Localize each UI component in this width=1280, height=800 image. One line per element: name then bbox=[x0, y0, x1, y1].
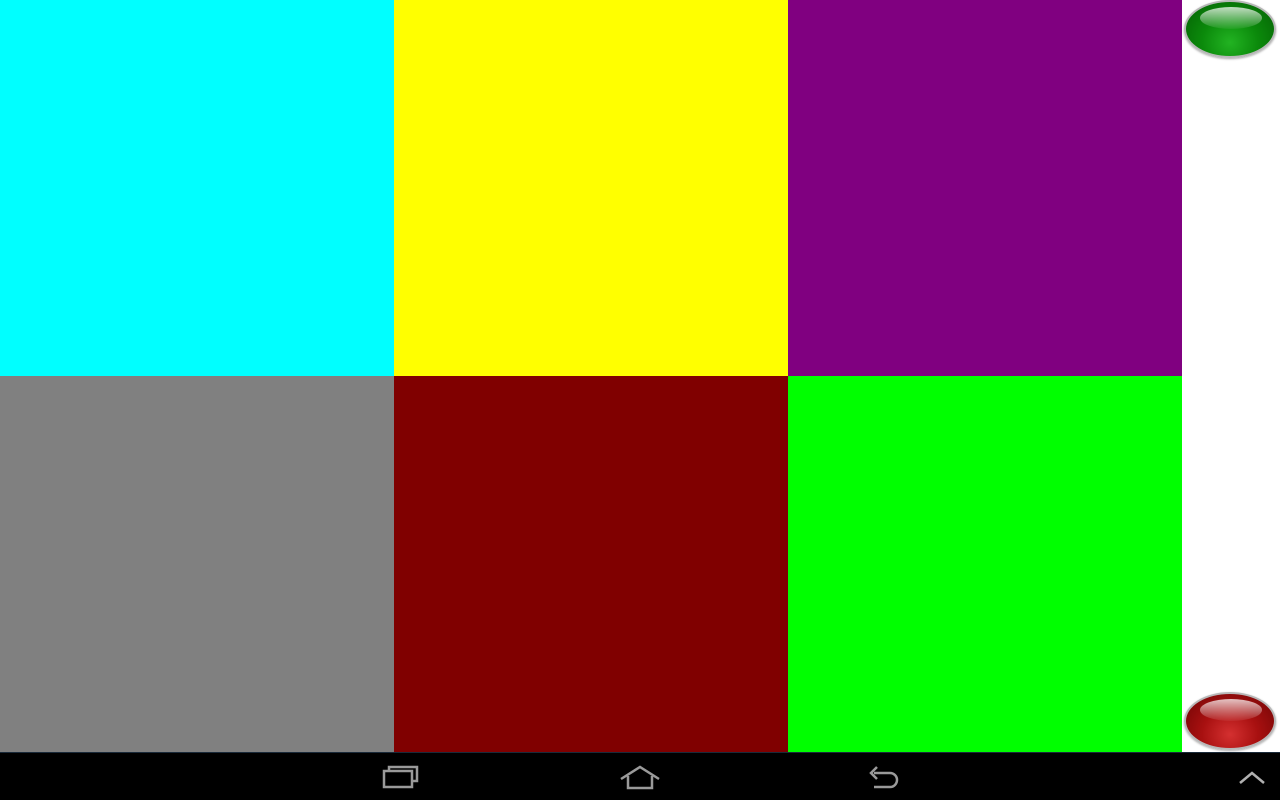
lime-tile[interactable] bbox=[788, 376, 1182, 752]
system-navigation-bar bbox=[0, 752, 1280, 800]
cyan-tile[interactable] bbox=[0, 0, 394, 376]
yellow-tile[interactable] bbox=[394, 0, 788, 376]
menu-up-icon bbox=[1239, 771, 1265, 784]
red-orb-button[interactable] bbox=[1184, 692, 1276, 750]
back-button[interactable] bbox=[858, 761, 906, 793]
color-tile-grid bbox=[0, 0, 1182, 752]
gray-tile[interactable] bbox=[0, 376, 394, 752]
recents-icon bbox=[382, 765, 419, 789]
side-panel bbox=[1182, 0, 1280, 752]
purple-tile[interactable] bbox=[788, 0, 1182, 376]
red-orb-icon bbox=[1200, 699, 1262, 721]
maroon-tile[interactable] bbox=[394, 376, 788, 752]
app-screen bbox=[0, 0, 1280, 800]
green-orb-button[interactable] bbox=[1184, 0, 1276, 58]
recents-button[interactable] bbox=[376, 761, 424, 793]
home-icon bbox=[620, 765, 660, 790]
back-icon bbox=[869, 766, 899, 789]
home-button[interactable] bbox=[616, 761, 664, 793]
green-orb-icon bbox=[1200, 7, 1262, 29]
menu-up-button[interactable] bbox=[1228, 761, 1276, 793]
